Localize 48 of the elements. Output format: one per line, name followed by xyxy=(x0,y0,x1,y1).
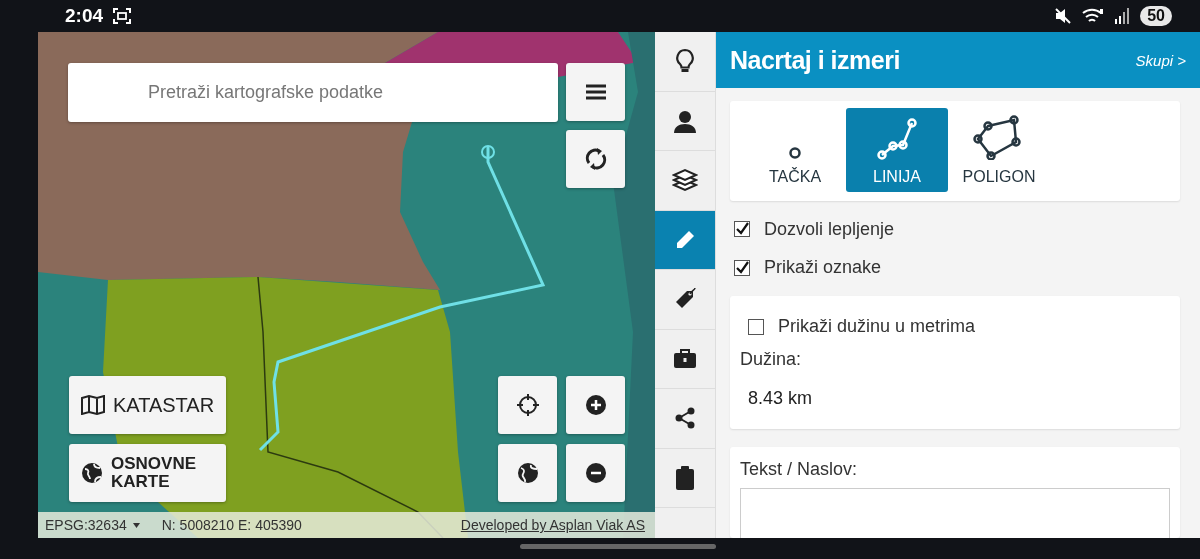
mute-icon xyxy=(1054,7,1073,25)
checkbox[interactable] xyxy=(748,318,764,335)
menu-icon xyxy=(585,84,606,100)
map-icon xyxy=(81,395,105,415)
minus-icon xyxy=(585,463,606,483)
refresh-button[interactable] xyxy=(566,130,625,188)
collapse-link[interactable]: Skupi > xyxy=(1135,51,1186,69)
developer-link[interactable]: Developed by Asplan Viak AS xyxy=(460,517,645,533)
briefcase-icon xyxy=(673,347,697,370)
checkbox[interactable] xyxy=(734,259,750,276)
projection-selector[interactable]: EPSG:32634 xyxy=(45,517,127,533)
layer-button[interactable]: OSNOVNE KARTE xyxy=(69,444,226,502)
dropdown-caret-icon xyxy=(132,522,140,528)
search-field[interactable]: Pretraži kartografske podatke xyxy=(68,63,558,122)
polyline-icon xyxy=(877,118,917,161)
clock-time: 2:04 xyxy=(65,5,104,27)
share-icon xyxy=(674,407,696,430)
clipboard-icon xyxy=(675,465,695,490)
menu-button[interactable] xyxy=(566,63,625,121)
draw-tool-tab[interactable]: LINIJA xyxy=(846,108,948,193)
screenshot-icon xyxy=(113,8,132,24)
user-icon xyxy=(673,108,697,133)
option-label: Dozvoli lepljenje xyxy=(764,218,895,240)
globe-button[interactable] xyxy=(498,444,557,502)
layer-button[interactable]: KATASTAR xyxy=(69,376,226,434)
refresh-icon xyxy=(583,147,608,171)
option-label: Prikaži oznake xyxy=(764,257,882,279)
panel-title: Nacrtaj i izmeri xyxy=(730,45,900,75)
globe-icon xyxy=(81,462,103,484)
length-field[interactable]: 8.43 km xyxy=(740,378,1180,421)
point-icon xyxy=(788,146,802,161)
zoom-out-button[interactable] xyxy=(566,444,625,502)
checkbox[interactable] xyxy=(734,221,750,238)
signal-icon xyxy=(1114,8,1131,24)
coordinates-text: N: 5008210 E: 405390 xyxy=(161,517,302,533)
crosshair-icon xyxy=(516,394,539,416)
globe-icon xyxy=(516,462,539,484)
option-label: Prikaži dužinu u metrima xyxy=(778,316,976,337)
text-input-field[interactable] xyxy=(740,488,1170,538)
length-label: Dužina: xyxy=(740,348,803,371)
battery-level: 50 xyxy=(1140,6,1172,26)
locate-button[interactable] xyxy=(498,376,557,434)
plus-icon xyxy=(585,395,606,415)
pencil-icon xyxy=(674,228,696,251)
layers-icon xyxy=(672,168,698,193)
lightbulb-icon xyxy=(674,48,696,75)
zoom-in-button[interactable] xyxy=(566,376,625,434)
text-label: Tekst / Naslov: xyxy=(740,458,859,481)
